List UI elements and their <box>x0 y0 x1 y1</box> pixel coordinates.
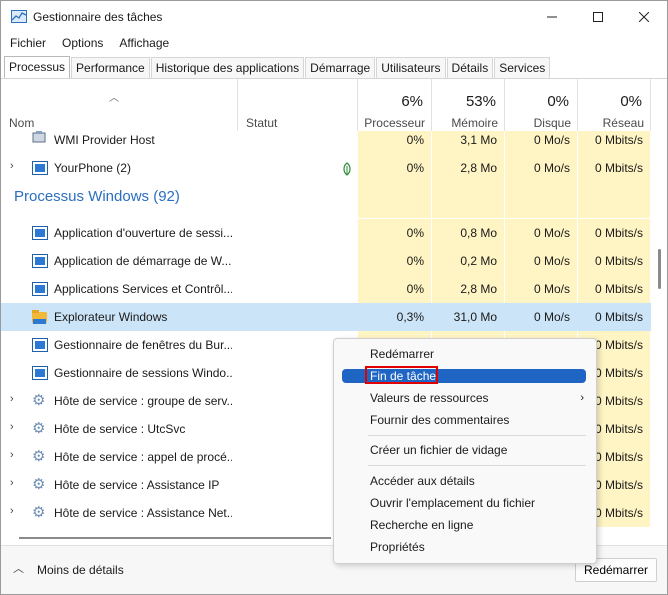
app-window-icon <box>32 282 48 296</box>
tab-performance[interactable]: Performance <box>71 57 150 78</box>
task-manager-app-icon <box>11 10 27 23</box>
title-bar: Gestionnaire des tâches <box>1 1 667 33</box>
column-header-memory[interactable]: 53% Mémoire <box>432 79 505 131</box>
app-window-icon <box>32 226 48 240</box>
menu-options[interactable]: Options <box>53 33 110 53</box>
chevron-up-icon[interactable]: ︿ <box>13 560 24 576</box>
maximize-icon <box>593 12 603 22</box>
minimize-button[interactable] <box>529 1 575 33</box>
column-header-cpu[interactable]: 6% Processeur <box>358 79 432 131</box>
tab-services[interactable]: Services <box>494 57 551 78</box>
table-row-selected[interactable]: Explorateur Windows 0,3% 31,0 Mo 0 Mo/s … <box>1 303 651 331</box>
tab-processes[interactable]: Processus <box>4 56 71 78</box>
table-row[interactable]: WMI Provider Host 0% 3,1 Mo 0 Mo/s 0 Mbi… <box>1 131 651 154</box>
expand-chevron-icon[interactable]: › <box>10 160 14 172</box>
tab-users[interactable]: Utilisateurs <box>376 57 446 78</box>
tab-app-history[interactable]: Historique des applications <box>150 57 305 78</box>
horizontal-scroll-thumb[interactable] <box>19 537 331 539</box>
app-window-icon <box>32 338 48 352</box>
close-button[interactable] <box>621 1 667 33</box>
tab-bar: Processus Performance Historique des app… <box>4 56 551 78</box>
tab-details[interactable]: Détails <box>446 57 494 78</box>
tab-startup[interactable]: Démarrage <box>305 57 376 78</box>
gear-icon: ⚙ <box>32 504 46 521</box>
ctx-search-online[interactable]: Recherche en ligne <box>334 514 596 536</box>
expand-chevron-icon[interactable]: › <box>10 449 14 461</box>
menu-view[interactable]: Affichage <box>110 33 176 53</box>
menu-divider <box>368 435 586 436</box>
window-title: Gestionnaire des tâches <box>33 10 163 24</box>
gear-icon: ⚙ <box>32 476 46 493</box>
ctx-create-dump[interactable]: Créer un fichier de vidage <box>334 439 596 461</box>
column-header-disk[interactable]: 0% Disque <box>505 79 578 131</box>
table-row[interactable]: › YourPhone (2) 0% 2,8 Mo 0 Mo/s 0 Mbits… <box>1 154 651 182</box>
menu-divider <box>368 465 586 466</box>
submenu-chevron-right-icon: › <box>580 392 584 404</box>
column-header-name[interactable]: ︿ Nom <box>1 79 238 131</box>
app-window-icon <box>32 254 48 268</box>
highlight-annotation-box <box>365 366 438 384</box>
menu-bar: Fichier Options Affichage <box>1 33 176 53</box>
ctx-go-to-details[interactable]: Accéder aux détails <box>334 470 596 492</box>
gear-icon: ⚙ <box>32 392 46 409</box>
ctx-feedback[interactable]: Fournir des commentaires <box>334 409 596 431</box>
column-header-status[interactable]: Statut <box>238 79 358 131</box>
app-window-icon <box>32 161 48 175</box>
ctx-resource-values[interactable]: Valeurs de ressources › <box>334 387 596 409</box>
expand-chevron-icon[interactable]: › <box>10 477 14 489</box>
column-header-network[interactable]: 0% Réseau <box>578 79 651 131</box>
maximize-button[interactable] <box>575 1 621 33</box>
wmi-host-icon <box>32 131 48 145</box>
app-window-icon <box>32 366 48 380</box>
task-manager-window: Gestionnaire des tâches Fichier Options … <box>0 0 668 595</box>
close-icon <box>639 12 649 22</box>
expand-chevron-icon[interactable]: › <box>10 393 14 405</box>
minimize-icon <box>547 16 557 18</box>
ctx-open-file-location[interactable]: Ouvrir l'emplacement du fichier <box>334 492 596 514</box>
group-header-windows-processes[interactable]: Processus Windows (92) <box>1 182 651 218</box>
table-row[interactable]: Application d'ouverture de sessi... 0% 0… <box>1 219 651 247</box>
gear-icon: ⚙ <box>32 448 46 465</box>
gear-icon: ⚙ <box>32 420 46 437</box>
table-row[interactable]: Applications Services et Contrôl... 0% 2… <box>1 275 651 303</box>
folder-icon <box>32 310 47 324</box>
expand-chevron-icon[interactable]: › <box>10 505 14 517</box>
ctx-restart[interactable]: Redémarrer <box>334 343 596 365</box>
column-header-row: ︿ Nom Statut 6% Processeur 53% Mémoire 0… <box>1 79 667 131</box>
vertical-scrollbar[interactable] <box>653 79 667 531</box>
table-row[interactable]: Application de démarrage de W... 0% 0,2 … <box>1 247 651 275</box>
suspended-leaf-icon <box>342 162 352 179</box>
menu-file[interactable]: Fichier <box>1 33 53 53</box>
less-details-link[interactable]: Moins de détails <box>37 563 124 577</box>
sort-arrow-icon: ︿ <box>109 93 119 104</box>
expand-chevron-icon[interactable]: › <box>10 421 14 433</box>
ctx-properties[interactable]: Propriétés <box>334 536 596 558</box>
vertical-scroll-thumb[interactable] <box>658 249 661 289</box>
